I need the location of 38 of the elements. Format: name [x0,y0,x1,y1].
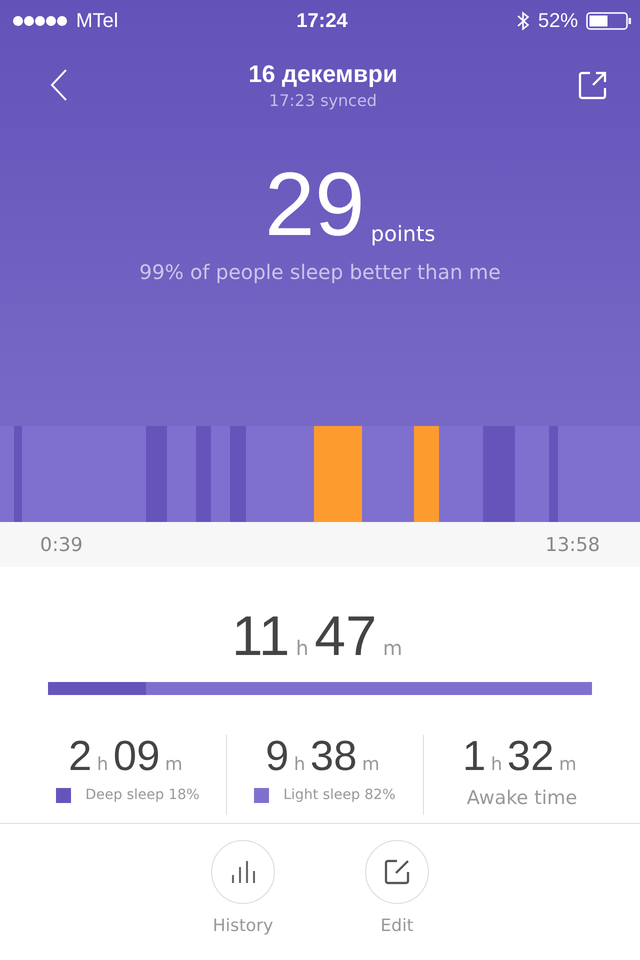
signal-icon [12,15,68,27]
stat-label: Light sleep 82% [283,787,396,803]
edit-icon [383,858,411,886]
stat-hours: 1 [462,735,486,777]
hours-unit: h [296,636,309,660]
stat-hours: 9 [265,735,289,777]
action-label: History [212,916,274,936]
hours-unit: h [490,754,502,775]
bluetooth-icon [516,11,530,31]
hours-unit: h [96,754,108,775]
sync-status: 17:23 synced [269,90,377,110]
status-time: 17:24 [296,10,348,32]
action-label: Edit [380,916,414,936]
total-hours: 11 [232,603,290,668]
score-comparison: 99% of people sleep better than me [138,260,502,284]
carrier-name: MTel [76,10,118,32]
end-time: 13:58 [545,534,600,556]
stat-minutes: 09 [113,735,160,777]
minutes-unit: m [164,754,183,775]
stat-minutes: 38 [310,735,357,777]
back-icon [50,68,68,102]
total-minutes: 47 [314,603,377,668]
battery-icon [586,11,632,31]
minutes-unit: m [558,754,577,775]
stat-label: Awake time [466,787,578,809]
bar-chart-icon [230,859,256,885]
hours-unit: h [294,754,306,775]
date-title: 16 декември [248,60,398,88]
score-unit: points [370,222,436,246]
battery-percent: 52% [538,10,578,32]
minutes-unit: m [382,636,402,660]
minutes-unit: m [362,754,380,775]
share-icon [578,70,608,100]
stat-label: Deep sleep 18% [85,787,200,803]
sleep-score: 29 [264,160,365,250]
stat-minutes: 32 [507,735,554,777]
stat-hours: 2 [68,735,92,777]
start-time: 0:39 [40,534,83,556]
